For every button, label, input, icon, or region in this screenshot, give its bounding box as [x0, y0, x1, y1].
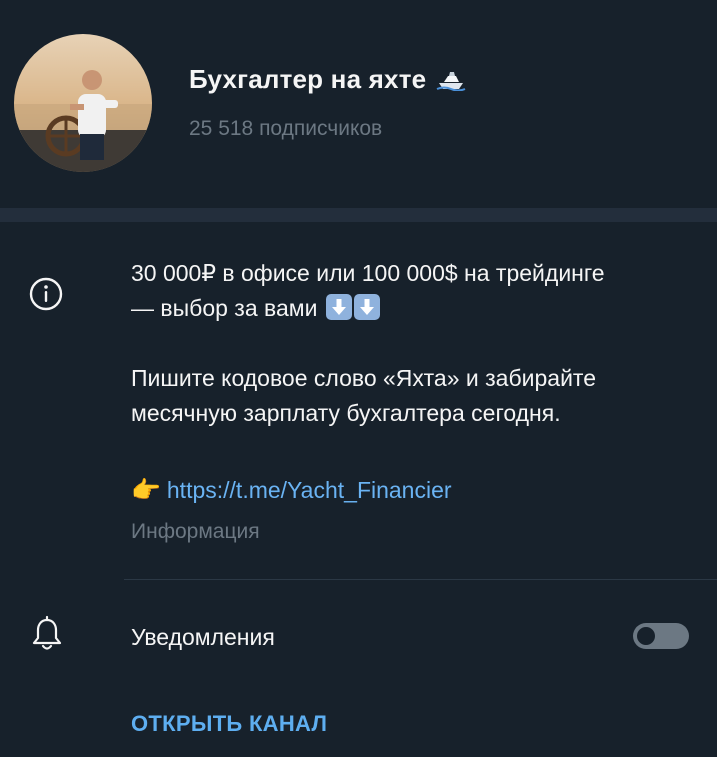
toggle-knob [635, 625, 657, 647]
info-icon [26, 274, 66, 319]
channel-header: Бухгалтер на яхте 25 518 подписчиков [0, 0, 717, 208]
yacht-icon [436, 69, 466, 91]
link-row: 👉 https://t.me/Yacht_Financier [131, 476, 452, 505]
description-line-with-emoji: — выбор за вами [131, 291, 701, 326]
info-section-label: Информация [131, 520, 260, 543]
description-line: месячную зарплату бухгалтера сегодня. [131, 400, 561, 426]
channel-title-row: Бухгалтер на яхте [189, 64, 466, 95]
down-arrow-emoji [353, 294, 380, 320]
down-arrow-emoji [325, 294, 352, 320]
bell-icon [31, 615, 63, 660]
notifications-label: Уведомления [131, 624, 275, 650]
notifications-toggle[interactable] [633, 623, 689, 649]
pointing-hand-emoji: 👉 [131, 477, 161, 504]
channel-info-panel: Бухгалтер на яхте 25 518 подписчиков 30 … [0, 0, 717, 757]
channel-name: Бухгалтер на яхте [189, 64, 427, 94]
open-channel-button[interactable]: ОТКРЫТЬ КАНАЛ [131, 711, 327, 737]
description-line: — выбор за вами [131, 295, 318, 321]
subscriber-count: 25 518 подписчиков [189, 117, 383, 140]
separator [124, 579, 717, 580]
description-line: 30 000₽ в офисе или 100 000$ на трейдинг… [131, 260, 605, 286]
channel-link[interactable]: https://t.me/Yacht_Financier [167, 477, 452, 504]
channel-avatar[interactable] [14, 34, 152, 172]
description-line: Пишите кодовое слово «Яхта» и забирайте [131, 365, 596, 391]
channel-description: 30 000₽ в офисе или 100 000$ на трейдинг… [131, 256, 701, 431]
section-divider [0, 208, 717, 222]
